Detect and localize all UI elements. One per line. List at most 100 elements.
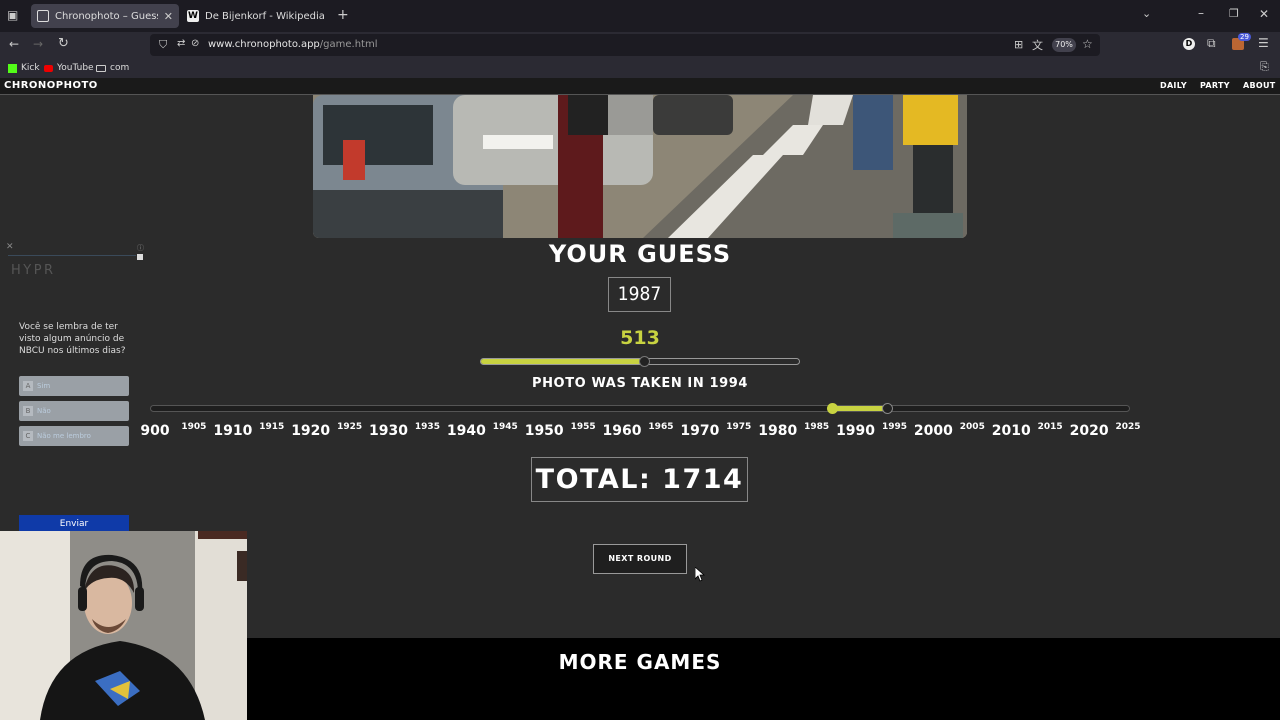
minimize-icon[interactable]: –	[1198, 6, 1204, 20]
tab-chronophoto[interactable]: Chronophoto – Guess the Year ✕	[31, 4, 179, 28]
timeline-year-label: 1915	[259, 422, 285, 432]
reader-view-icon[interactable]: ⊞	[1014, 38, 1023, 51]
timeline-guess-marker	[827, 403, 839, 414]
timeline-year-label: 1945	[492, 422, 518, 432]
url-text: www.chronophoto.app/game.html	[208, 39, 377, 50]
bookmark-label: com	[110, 63, 130, 73]
url-domain: www.chronophoto.app	[208, 39, 320, 50]
tab-wikipedia[interactable]: W De Bijenkorf - Wikipedia ✕	[181, 4, 329, 28]
timeline-year-label: 2020	[1069, 423, 1109, 439]
ad-question: Você se lembra de ter visto algum anúnci…	[19, 322, 126, 356]
ad-option-a[interactable]: A Sim	[19, 376, 129, 396]
chevron-down-icon[interactable]: ⌄	[1142, 7, 1151, 20]
photo-taken-text: PHOTO WAS TAKEN IN 1994	[531, 376, 749, 391]
bookmark-star-icon[interactable]: ☆	[1082, 37, 1093, 51]
street-scene-image	[313, 95, 967, 238]
menu-icon[interactable]: ☰	[1258, 36, 1269, 50]
bookmark-folder-com[interactable]: com	[96, 63, 129, 73]
timeline-year-label: 1935	[414, 422, 440, 432]
kick-icon	[8, 63, 17, 73]
total-score: TOTAL: 1714	[531, 457, 748, 502]
tab-title: De Bijenkorf - Wikipedia	[205, 10, 325, 22]
timeline-year-label: 1905	[181, 422, 207, 432]
timeline-difference-range	[833, 406, 888, 411]
score-bar-fill	[481, 359, 644, 364]
extension-icon[interactable]: D	[1183, 38, 1195, 50]
timeline-track	[150, 403, 1130, 414]
restore-icon[interactable]: ❐	[1229, 7, 1239, 20]
ad-marker	[137, 254, 143, 260]
timeline-year-label: 2000	[913, 423, 953, 439]
forward-icon[interactable]: →	[33, 37, 43, 51]
bookmarks-menu-icon[interactable]: ⎘	[1260, 60, 1269, 74]
next-round-button[interactable]: NEXT ROUND	[593, 544, 687, 574]
more-games-heading: MORE GAMES	[558, 650, 722, 674]
timeline-year-label: 1920	[291, 423, 331, 439]
bookmark-label: YouTube	[57, 63, 94, 73]
nav-bar: ← → ↻ ⛉ ⇄ ⊘ www.chronophoto.app/game.htm…	[0, 32, 1280, 58]
ad-logo: HYPR	[11, 263, 56, 278]
option-label: Sim	[37, 382, 51, 390]
timeline-actual-marker	[881, 403, 893, 414]
close-window-icon[interactable]: ✕	[1259, 7, 1269, 21]
game-photo	[313, 95, 967, 238]
streamer-webcam-image	[0, 531, 247, 720]
timeline-year-label: 900	[140, 423, 170, 439]
bookmark-youtube[interactable]: YouTube	[44, 63, 94, 73]
timeline-year-label: 1980	[758, 423, 798, 439]
ad-option-c[interactable]: C Não me lembro	[19, 426, 129, 446]
webcam-overlay	[0, 531, 247, 720]
nav-daily[interactable]: DAILY	[1160, 81, 1187, 90]
ad-option-b[interactable]: B Não	[19, 401, 129, 421]
translate-icon[interactable]: 文	[1032, 37, 1043, 53]
new-tab-icon[interactable]: +	[337, 7, 349, 23]
nav-party[interactable]: PARTY	[1200, 81, 1230, 90]
permissions-icon[interactable]: ⇄	[177, 38, 185, 49]
site-header: CHRONOPHOTO DAILY PARTY ABOUT	[0, 78, 1280, 95]
timeline-year-label: 1960	[602, 423, 642, 439]
close-tab-icon[interactable]: ✕	[164, 10, 173, 23]
bookmark-label: Kick	[21, 63, 40, 73]
timeline-year-label: 1940	[446, 423, 486, 439]
guess-year-display: 1987	[608, 277, 671, 312]
timeline-year-label: 1925	[337, 422, 363, 432]
ad-close-icon[interactable]: ✕	[6, 242, 14, 252]
timeline-year-label: 2015	[1037, 422, 1063, 432]
folder-icon	[96, 64, 106, 72]
nav-about[interactable]: ABOUT	[1243, 81, 1276, 90]
tab-bar: ▣ Chronophoto – Guess the Year ✕ W De Bi…	[0, 0, 1280, 32]
ad-divider	[8, 255, 136, 256]
wikipedia-icon: W	[187, 10, 199, 22]
address-bar[interactable]: ⛉ ⇄ ⊘ www.chronophoto.app/game.html ⊞ 文 …	[150, 34, 1100, 56]
reload-icon[interactable]: ↻	[58, 36, 69, 51]
notification-count: 29	[1238, 33, 1251, 41]
zoom-level[interactable]: 70%	[1052, 38, 1076, 52]
camera-icon	[37, 10, 49, 22]
timeline-year-label: 1970	[680, 423, 720, 439]
timeline-year-label: 1950	[524, 423, 564, 439]
your-guess-heading: YOUR GUESS	[548, 240, 732, 268]
youtube-icon	[44, 64, 53, 72]
option-key: C	[23, 431, 33, 441]
score-bar	[480, 356, 800, 367]
score-bar-marker	[639, 356, 650, 367]
ad-info-icon[interactable]: ⓘ	[137, 243, 144, 253]
more-games-section: MORE GAMES	[247, 638, 1280, 720]
shield-icon[interactable]: ⛉	[159, 38, 167, 52]
back-icon[interactable]: ←	[9, 37, 19, 51]
tracking-icon[interactable]: ⊘	[191, 38, 199, 49]
option-label: Não me lembro	[37, 432, 91, 440]
tab-title: Chronophoto – Guess the Year	[55, 10, 158, 22]
site-logo[interactable]: CHRONOPHOTO	[4, 80, 98, 91]
bookmarks-bar: Kick YouTube com ⎘	[0, 58, 1280, 78]
timeline-year-label: 1975	[726, 422, 752, 432]
round-score: 513	[620, 327, 660, 349]
timeline-year-label: 1910	[213, 423, 253, 439]
tab-list-icon[interactable]: ▣	[7, 8, 18, 22]
extensions-puzzle-icon[interactable]: ⧉	[1207, 36, 1216, 51]
url-path: /game.html	[319, 39, 378, 50]
timeline-year-label: 2005	[959, 422, 985, 432]
timeline-year-label: 1985	[804, 422, 830, 432]
bookmark-kick[interactable]: Kick	[8, 63, 40, 73]
timeline-year-label: 2025	[1115, 422, 1141, 432]
